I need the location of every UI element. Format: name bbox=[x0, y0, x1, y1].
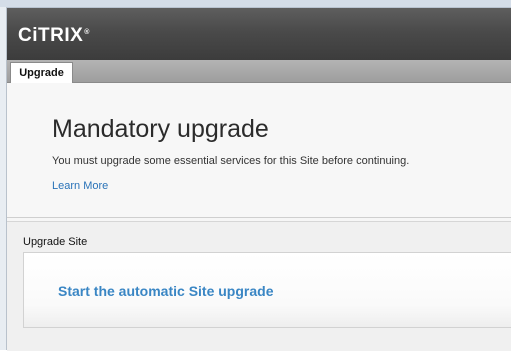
logo-mark: ® bbox=[84, 28, 90, 36]
upgrade-info-panel: Mandatory upgrade You must upgrade some … bbox=[7, 83, 511, 218]
upgrade-description: You must upgrade some essential services… bbox=[52, 155, 410, 167]
logo-text: CiTRIX bbox=[18, 25, 84, 46]
tab-bar: Upgrade bbox=[7, 60, 511, 83]
upgrade-card: Start the automatic Site upgrade bbox=[23, 252, 511, 328]
tab-upgrade[interactable]: Upgrade bbox=[10, 62, 73, 83]
window-top-frame bbox=[0, 0, 511, 8]
page-title: Mandatory upgrade bbox=[52, 115, 269, 143]
app-header: CiTRIX® bbox=[7, 8, 511, 60]
citrix-logo: CiTRIX® bbox=[18, 25, 90, 47]
upgrade-site-section: Upgrade Site Start the automatic Site up… bbox=[7, 221, 511, 351]
learn-more-link[interactable]: Learn More bbox=[52, 180, 108, 192]
window-left-frame bbox=[0, 7, 7, 350]
main-content: Mandatory upgrade You must upgrade some … bbox=[7, 83, 511, 351]
section-label: Upgrade Site bbox=[23, 236, 88, 248]
start-upgrade-link[interactable]: Start the automatic Site upgrade bbox=[58, 283, 273, 299]
